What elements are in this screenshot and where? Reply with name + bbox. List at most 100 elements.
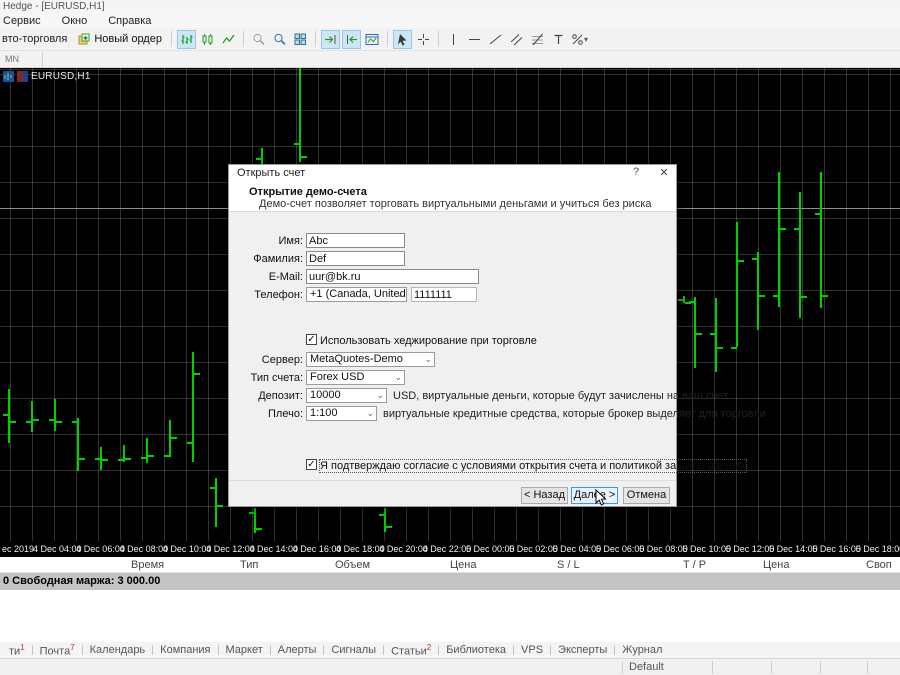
phone-label: Телефон: (229, 289, 303, 301)
crosshair-tool-button[interactable] (414, 30, 433, 49)
statusbar-separator (771, 661, 772, 674)
column-header: Цена (763, 559, 789, 571)
auto-scroll-button[interactable] (321, 30, 340, 49)
text-icon (552, 33, 565, 46)
toolbox-tab-ти[interactable]: ти1 (2, 643, 32, 658)
tile-windows-button[interactable] (291, 30, 310, 49)
lastname-field[interactable] (306, 251, 405, 266)
open-tick (72, 421, 78, 423)
back-button[interactable]: < Назад (521, 487, 568, 504)
time-axis-label: 5 Dec 02:00 (509, 544, 558, 554)
zoom-out-button[interactable] (270, 30, 289, 49)
help-icon[interactable]: ? (627, 166, 645, 181)
line-chart-mode-button[interactable] (219, 30, 238, 49)
auto-scroll-icon (324, 33, 337, 46)
ohlc-bar (8, 389, 10, 443)
open-tick (164, 455, 170, 457)
toolbox-tab-компания[interactable]: Компания (153, 644, 217, 656)
toolbox-tab-библиотека[interactable]: Библиотека (439, 644, 513, 656)
close-tick (256, 528, 262, 530)
close-tick (194, 373, 200, 375)
bar-chart-mode-button[interactable] (177, 30, 196, 49)
shapes-icon (571, 33, 583, 46)
leverage-value: 1:100 (310, 407, 338, 419)
time-axis[interactable]: ec 20194 Dec 04:004 Dec 06:004 Dec 08:00… (0, 541, 900, 557)
text-tool-button[interactable] (549, 30, 568, 49)
hedging-checkbox-label[interactable]: Использовать хеджирование при торговле (320, 335, 537, 347)
time-axis-label: 5 Dec 06:00 (596, 544, 645, 554)
chevron-down-icon: ⌄ (366, 407, 374, 420)
toolbox-tab-календарь[interactable]: Календарь (83, 644, 153, 656)
cursor-tool-button[interactable] (393, 30, 412, 49)
chart-shift-button[interactable] (342, 30, 361, 49)
confirm-checkbox-label[interactable]: Я подтверждаю согласие с условиями откры… (320, 460, 746, 472)
new-order-button[interactable]: Новый ордер (73, 30, 167, 49)
toolbox-tab-статьи[interactable]: Статьи2 (384, 643, 438, 658)
leverage-select[interactable]: 1:100 ⌄ (306, 406, 377, 421)
close-tick (217, 505, 223, 507)
deposit-select[interactable]: 10000⌄ (306, 388, 387, 403)
close-tick (10, 421, 16, 423)
open-tick (794, 228, 800, 230)
indicators-window-button[interactable] (363, 30, 382, 49)
hedging-checkbox[interactable]: ✓ (306, 334, 317, 345)
toolbox-tab-эксперты[interactable]: Эксперты (551, 644, 614, 656)
phone-number-field[interactable] (411, 287, 477, 302)
close-icon[interactable]: ✕ (655, 166, 673, 181)
toolbox-tab-журнал[interactable]: Журнал (615, 644, 669, 656)
vertical-line-tool-button[interactable] (444, 30, 463, 49)
confirm-checkbox[interactable]: ✓ (306, 459, 317, 470)
toolbox-tab-vps[interactable]: VPS (514, 644, 550, 656)
toolbox-tab-алерты[interactable]: Алерты (271, 644, 324, 656)
open-tick (294, 143, 300, 145)
cancel-button[interactable]: Отмена (623, 487, 670, 504)
connection-profile-label[interactable]: Default (629, 661, 664, 673)
close-tick (759, 295, 765, 297)
chart-symbol-label: EURUSD,H1 (3, 71, 91, 82)
trendline-tool-button[interactable] (486, 30, 505, 49)
statusbar-separator (867, 661, 868, 674)
shapes-tool-button[interactable]: ▾ (570, 30, 589, 49)
server-label: Сервер: (229, 354, 303, 366)
menu-item-сервис[interactable]: Сервис (0, 14, 51, 28)
name-label: Имя: (229, 235, 303, 247)
open-tick (249, 512, 255, 514)
ohlc-bar (215, 478, 217, 527)
vertical-line-icon (447, 33, 460, 46)
time-axis-label: 4 Dec 20:00 (379, 544, 428, 554)
candlestick-mode-button[interactable] (198, 30, 217, 49)
account-status-strip: 0 Свободная маржа: 3 000.00 (0, 573, 900, 590)
menu-item-окно[interactable]: Окно (59, 14, 98, 28)
time-axis-label: 5 Dec 12:00 (726, 544, 775, 554)
time-axis-label: 4 Dec 22:00 (423, 544, 472, 554)
autotrade-button[interactable]: вто-торговля (2, 33, 67, 45)
lastname-label: Фамилия: (229, 253, 303, 265)
bar-chart-icon (180, 33, 193, 46)
dialog-titlebar[interactable]: Открыть счет ? ✕ (229, 165, 676, 182)
open-tick (678, 299, 684, 301)
name-field[interactable] (306, 233, 405, 248)
cursor-icon (396, 33, 409, 46)
horizontal-line-tool-button[interactable] (465, 30, 484, 49)
toolbox-tab-сигналы[interactable]: Сигналы (324, 644, 383, 656)
zoom-in-button[interactable] (249, 30, 268, 49)
chart-shift-icon (345, 33, 358, 46)
account-type-select[interactable]: Forex USD⌄ (306, 370, 405, 385)
email-field[interactable] (306, 269, 479, 284)
close-tick (386, 526, 392, 528)
menu-item-справка[interactable]: Справка (105, 14, 161, 28)
server-select[interactable]: MetaQuotes-Demo⌄ (306, 352, 435, 367)
channel-icon (510, 33, 523, 46)
ohlc-bar (384, 508, 386, 532)
phone-code-select[interactable]: +1 (Canada, United State⌄ (306, 287, 407, 302)
shapes-dropdown-caret[interactable]: ▾ (584, 35, 588, 44)
toolbox-tab-почта[interactable]: Почта7 (33, 643, 82, 658)
channel-tool-button[interactable] (507, 30, 526, 49)
toolbox-tab-маркет[interactable]: Маркет (219, 644, 270, 656)
fibonacci-tool-button[interactable] (528, 30, 547, 49)
open-tick (95, 458, 101, 460)
period-mn-button[interactable]: MN (1, 53, 23, 65)
open-tick (49, 419, 55, 421)
open-tick (210, 487, 216, 489)
column-header: Объем (335, 559, 370, 571)
